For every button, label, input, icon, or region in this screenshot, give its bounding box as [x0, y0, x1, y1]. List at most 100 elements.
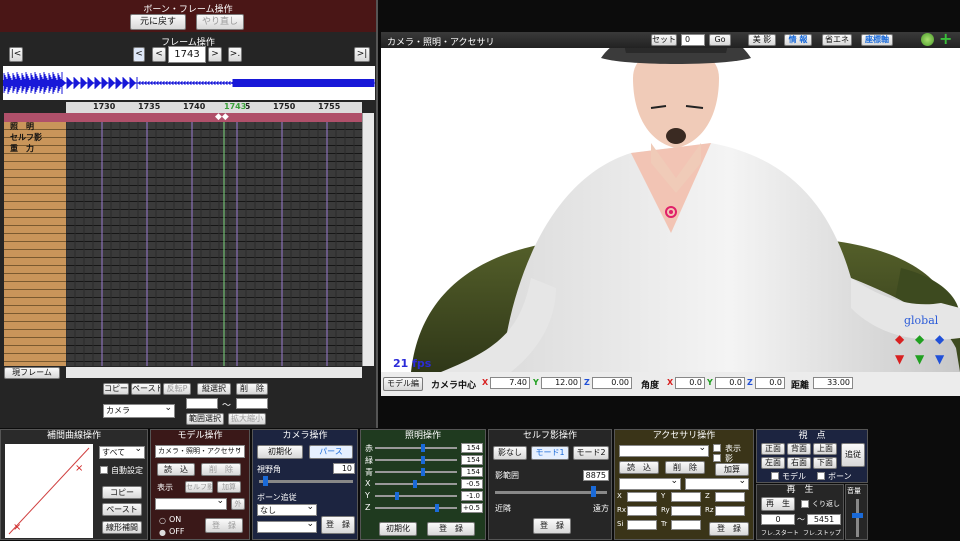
repeat-checkbox[interactable] — [801, 500, 809, 508]
range-select-button[interactable]: 範囲選択 — [186, 413, 224, 425]
paste-frame-button[interactable]: ペースト — [131, 383, 161, 395]
axis-button[interactable]: 座標軸 — [861, 34, 893, 46]
keyframe-grid[interactable] — [65, 122, 362, 366]
range-end-input[interactable] — [236, 398, 268, 409]
shadow-none-button[interactable]: 影なし — [493, 446, 527, 460]
accessory-register-button[interactable]: 登 録 — [709, 522, 749, 536]
light-green-thumb[interactable] — [421, 456, 425, 464]
light-green-input[interactable]: 154 — [461, 455, 483, 465]
go-button[interactable]: Go — [709, 34, 731, 46]
accessory-bone-select[interactable] — [619, 478, 681, 490]
model-delete-button[interactable]: 削 除 — [201, 463, 241, 476]
camera-center-y[interactable]: 12.00 — [541, 377, 581, 389]
redo-button[interactable]: やり直し — [196, 14, 244, 30]
fov-input[interactable]: 10 — [333, 463, 355, 474]
view-left-button[interactable]: 左面 — [761, 457, 785, 469]
play-end-input[interactable]: 5451 — [807, 514, 841, 525]
acc-rz-input[interactable] — [715, 506, 745, 516]
audio-waveform[interactable] — [2, 66, 375, 100]
camera-register-button[interactable]: 登 録 — [321, 516, 355, 534]
acc-ry-input[interactable] — [671, 506, 701, 516]
model-sub-select[interactable] — [155, 498, 227, 510]
delete-frame-button[interactable]: 削 除 — [236, 383, 268, 395]
acc-rx-input[interactable] — [627, 506, 657, 516]
fov-slider-thumb[interactable] — [263, 476, 268, 486]
model-out-button[interactable]: 外 — [231, 498, 245, 510]
track-label-self-shadow[interactable]: セルフ影 — [10, 132, 42, 143]
angle-z[interactable]: 0.0 — [755, 377, 785, 389]
view-top-button[interactable]: 上面 — [813, 443, 837, 455]
camera-center-x[interactable]: 7.40 — [490, 377, 530, 389]
shadow-mode2-button[interactable]: モード2 — [573, 446, 609, 460]
light-red-slider[interactable] — [375, 447, 457, 449]
accessory-delete-button[interactable]: 削 除 — [665, 461, 705, 474]
current-frame-button[interactable]: 現フレーム — [4, 367, 60, 379]
interp-axis-select[interactable]: すべて — [99, 446, 145, 459]
angle-x[interactable]: 0.0 — [675, 377, 705, 389]
timeline-hscroll[interactable] — [66, 367, 362, 378]
light-blue-input[interactable]: 154 — [461, 467, 483, 477]
light-x-input[interactable]: -0.5 — [461, 479, 483, 489]
light-blue-slider[interactable] — [375, 471, 457, 473]
light-blue-thumb[interactable] — [421, 468, 425, 476]
light-z-slider[interactable] — [375, 507, 457, 509]
model-show-label[interactable]: 表示 — [157, 482, 173, 493]
interp-curve-graph[interactable]: × × — [5, 444, 93, 538]
light-z-thumb[interactable] — [435, 504, 439, 512]
accessory-add-button[interactable]: 加算 — [715, 463, 749, 476]
acc-tr-input[interactable] — [671, 520, 701, 530]
vertical-select-button[interactable]: 縦選択 — [197, 383, 231, 395]
play-button[interactable]: 再 生 — [761, 497, 795, 511]
shadow-register-button[interactable]: 登 録 — [533, 518, 571, 534]
target-select[interactable]: カメラ — [103, 404, 175, 418]
model-add-button[interactable]: 加算 — [217, 481, 241, 493]
frame-number-input[interactable]: 1743 — [168, 46, 206, 63]
light-y-input[interactable]: -1.0 — [461, 491, 483, 501]
shadow-range-input[interactable]: 8875 — [583, 470, 609, 481]
frame-stop-checkbox[interactable]: フレ.ストップ — [803, 528, 841, 537]
acc-z-input[interactable] — [715, 492, 745, 502]
view-front-button[interactable]: 正面 — [761, 443, 785, 455]
light-register-button[interactable]: 登 録 — [427, 522, 475, 536]
view-back-button[interactable]: 背面 — [787, 443, 811, 455]
track-label-light[interactable]: 照 明 — [10, 121, 34, 132]
next-key-button[interactable]: >. — [228, 47, 242, 62]
copy-frame-button[interactable]: コピー — [103, 383, 129, 395]
model-edit-tab[interactable]: モデル編 — [383, 377, 423, 391]
distance-input[interactable]: 33.00 — [813, 377, 853, 389]
model-load-button[interactable]: 読 込 — [157, 463, 195, 476]
interp-paste-button[interactable]: ペースト — [102, 503, 142, 516]
model-self-shadow-button[interactable]: セルフ影 — [185, 481, 213, 493]
view-bottom-button[interactable]: 下面 — [813, 457, 837, 469]
add-icon[interactable]: + — [939, 29, 952, 48]
light-red-thumb[interactable] — [421, 444, 425, 452]
camera-center-z[interactable]: 0.00 — [592, 377, 632, 389]
first-frame-button[interactable]: |< — [9, 47, 23, 62]
light-red-input[interactable]: 154 — [461, 443, 483, 453]
acc-x-input[interactable] — [627, 492, 657, 502]
accessory-select[interactable] — [619, 445, 709, 457]
light-green-slider[interactable] — [375, 459, 457, 461]
light-init-button[interactable]: 初期化 — [379, 522, 417, 536]
reverse-paste-button[interactable]: 反転P — [163, 383, 191, 395]
last-frame-button[interactable]: >| — [354, 47, 370, 62]
view-follow-button[interactable]: 追従 — [841, 443, 865, 467]
follow-model-select[interactable]: なし — [257, 504, 317, 516]
light-y-thumb[interactable] — [395, 492, 399, 500]
perspective-button[interactable]: パース — [309, 445, 353, 459]
set-input[interactable]: 0 — [681, 34, 705, 46]
shadow-mode1-button[interactable]: モード1 — [531, 446, 569, 460]
zoom-icon[interactable] — [921, 33, 934, 46]
keyframe-marker[interactable]: ◆◆ — [215, 112, 229, 122]
camera-init-button[interactable]: 初期化 — [257, 445, 303, 459]
light-x-thumb[interactable] — [413, 480, 417, 488]
range-start-input[interactable] — [186, 398, 218, 409]
view-model-checkbox[interactable] — [771, 472, 779, 480]
volume-slider[interactable] — [856, 499, 859, 537]
play-start-input[interactable]: 0 — [761, 514, 795, 525]
linear-interp-button[interactable]: 線形補間 — [102, 521, 142, 534]
shadow-range-thumb[interactable] — [591, 486, 596, 497]
view-right-button[interactable]: 右面 — [787, 457, 811, 469]
angle-y[interactable]: 0.0 — [715, 377, 745, 389]
accessory-shadow-checkbox[interactable] — [713, 454, 721, 462]
